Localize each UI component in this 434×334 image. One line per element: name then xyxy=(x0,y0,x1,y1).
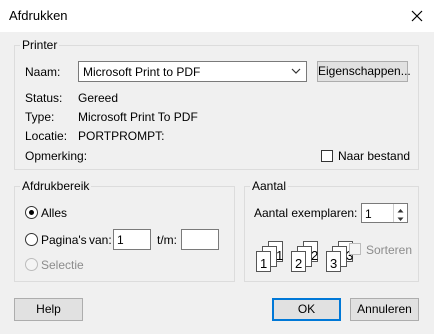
properties-button[interactable]: Eigenschappen... xyxy=(317,61,411,82)
print-to-file-label[interactable]: Naar bestand xyxy=(338,149,410,163)
all-label[interactable]: Alles xyxy=(41,206,67,220)
from-input[interactable]: 1 xyxy=(113,229,151,250)
cancel-button-label: Annuleren xyxy=(357,302,412,316)
close-icon[interactable] xyxy=(404,4,430,28)
all-radio[interactable] xyxy=(25,206,38,219)
selection-label: Selectie xyxy=(41,258,84,272)
type-label: Type: xyxy=(25,110,55,124)
printer-name-label: Naam: xyxy=(25,65,61,79)
collate-digit: 1 xyxy=(276,248,284,263)
copies-count-label: Aantal exemplaren: xyxy=(254,206,358,220)
selection-radio[interactable] xyxy=(25,258,38,271)
to-input[interactable] xyxy=(181,229,219,250)
pages-radio[interactable] xyxy=(25,233,38,246)
comment-label: Opmerking: xyxy=(25,149,88,163)
status-value: Gereed xyxy=(78,91,119,105)
location-label: Locatie: xyxy=(25,129,68,143)
help-button-label: Help xyxy=(36,302,61,316)
copies-count-input[interactable]: 1 xyxy=(361,203,408,223)
ok-button-label: OK xyxy=(297,302,316,316)
print-range-group-label: Afdrukbereik xyxy=(20,179,92,193)
collate-label: Sorteren xyxy=(366,243,413,257)
spinner-up-icon[interactable] xyxy=(393,204,407,213)
print-to-file-checkbox[interactable] xyxy=(321,150,333,162)
collate-digit: 2 xyxy=(295,256,303,271)
printer-name-value: Microsoft Print to PDF xyxy=(83,65,201,79)
location-value: PORTPROMPT: xyxy=(78,129,165,143)
collate-digit: 2 xyxy=(311,248,319,263)
pages-label[interactable]: Pagina's xyxy=(41,233,87,247)
printer-name-select[interactable]: Microsoft Print to PDF xyxy=(78,61,307,82)
help-button[interactable]: Help xyxy=(14,298,83,321)
collate-digit: 1 xyxy=(260,256,268,271)
properties-button-label: Eigenschappen... xyxy=(318,64,411,78)
collate-checkbox[interactable] xyxy=(349,243,361,255)
chevron-down-icon xyxy=(289,64,303,79)
copies-group-label: Aantal xyxy=(250,179,289,193)
ok-button[interactable]: OK xyxy=(272,298,341,321)
from-label: van: xyxy=(89,233,112,247)
window-title: Afdrukken xyxy=(9,8,68,23)
spinner-down-icon[interactable] xyxy=(393,213,407,222)
from-input-value: 1 xyxy=(117,233,124,247)
cancel-button[interactable]: Annuleren xyxy=(350,298,419,321)
collate-illustration-icon xyxy=(256,238,356,274)
collate-digit: 3 xyxy=(330,256,338,271)
printer-group-label: Printer xyxy=(20,38,60,52)
copies-count-value: 1 xyxy=(365,207,372,221)
status-label: Status: xyxy=(25,91,63,105)
type-value: Microsoft Print To PDF xyxy=(78,110,198,124)
to-label: t/m: xyxy=(157,233,177,247)
